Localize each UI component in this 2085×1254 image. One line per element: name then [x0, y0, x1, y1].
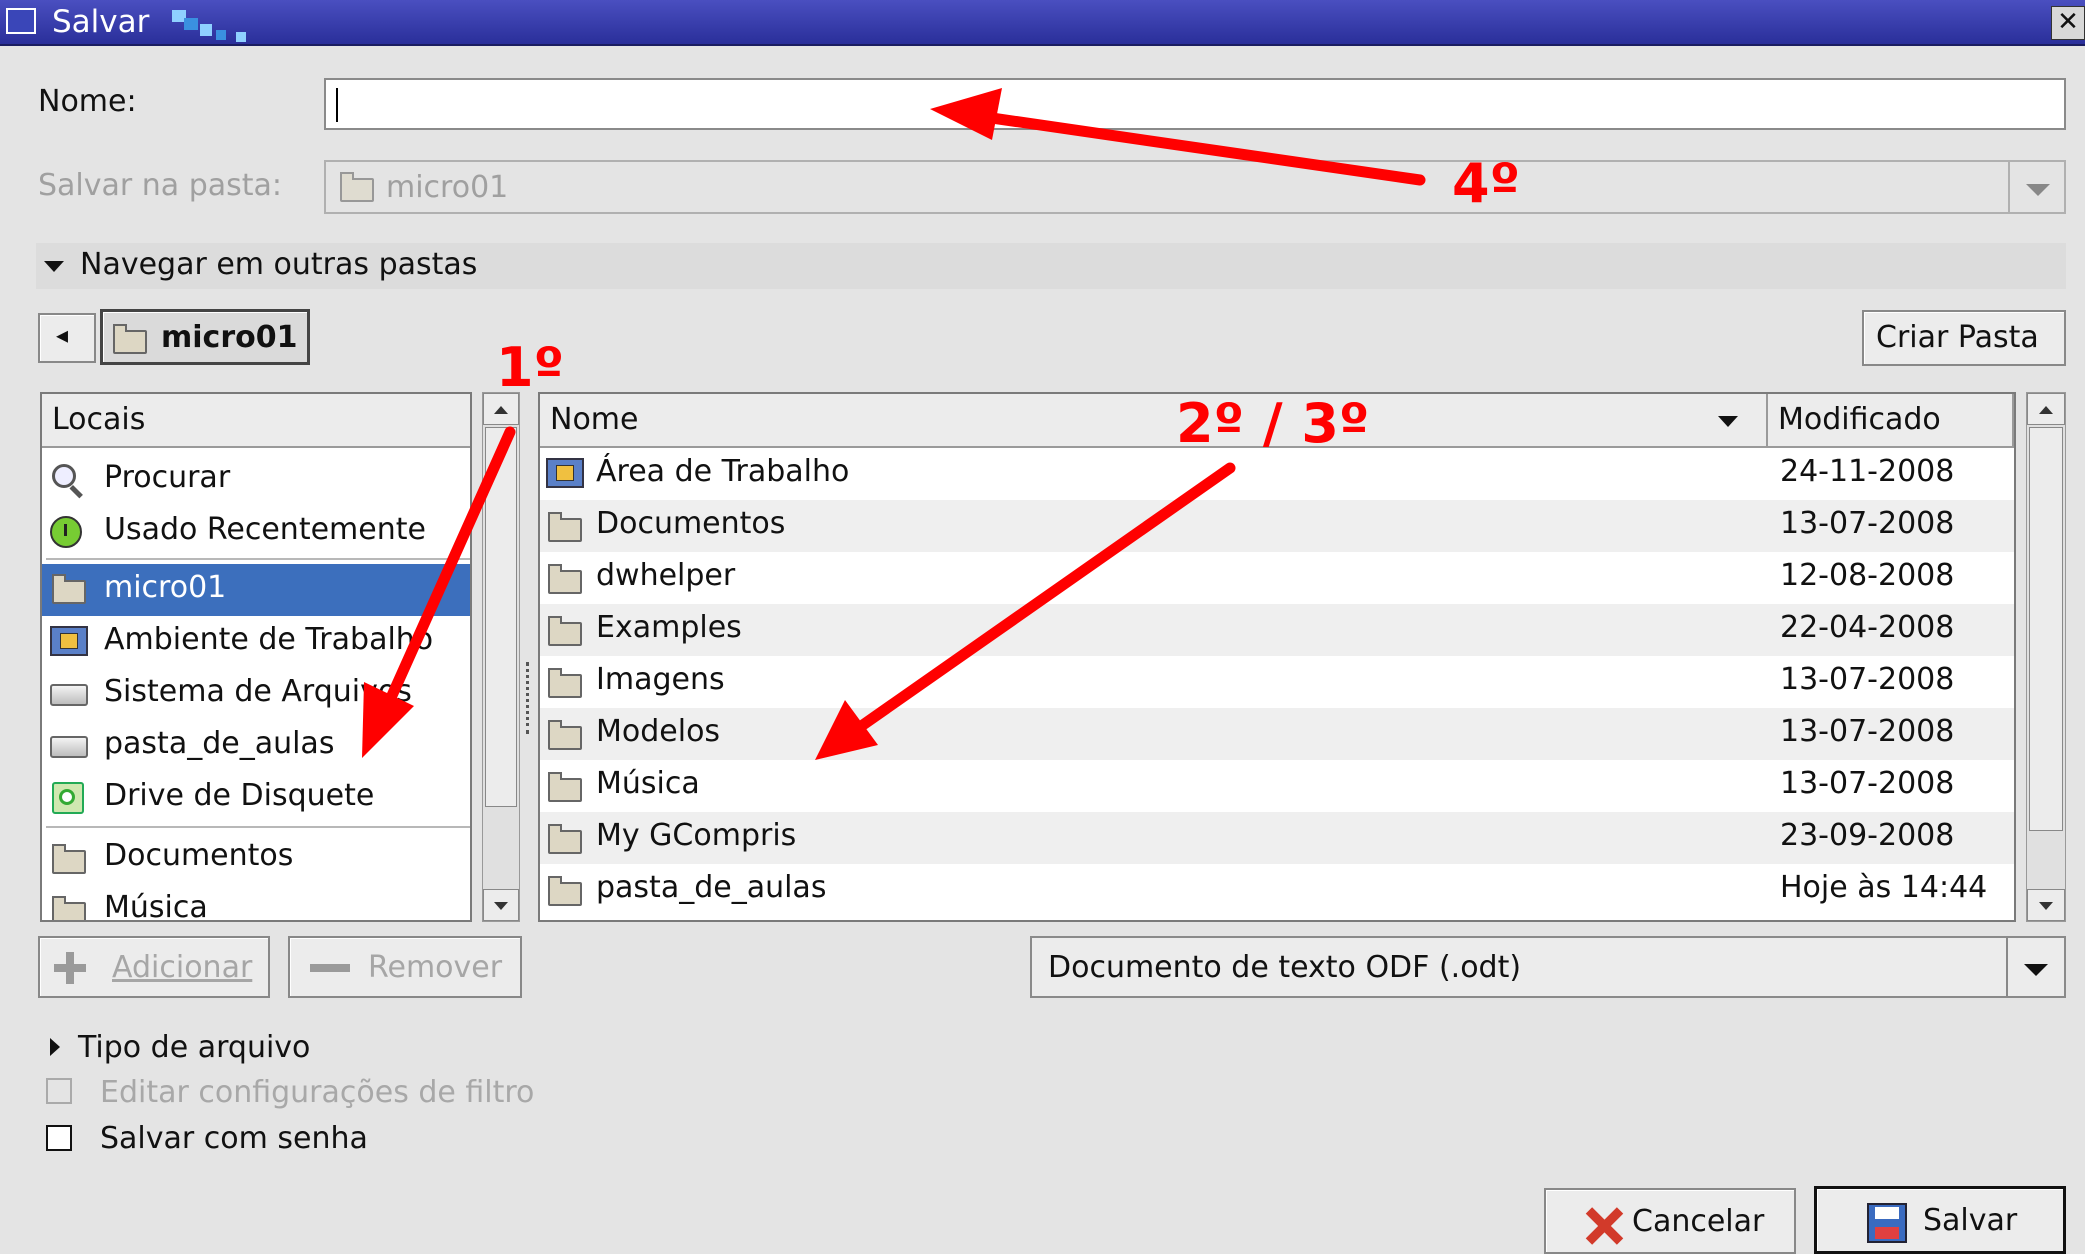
arrow-step4-head	[930, 88, 1002, 140]
arrow-step23-head	[815, 700, 878, 760]
annotation-step4: 4º	[1452, 152, 1521, 215]
arrow-step4-line	[979, 111, 1426, 186]
annotation-step1: 1º	[496, 336, 565, 399]
annotation-arrows	[362, 88, 1426, 760]
annotation-step23: 2º / 3º	[1176, 392, 1370, 455]
arrow-step23-line	[854, 462, 1236, 733]
save-dialog: Salvar ✕ Nome: Salvar na pasta: micro01 …	[0, 0, 2085, 1254]
arrow-step1-line	[384, 426, 516, 706]
